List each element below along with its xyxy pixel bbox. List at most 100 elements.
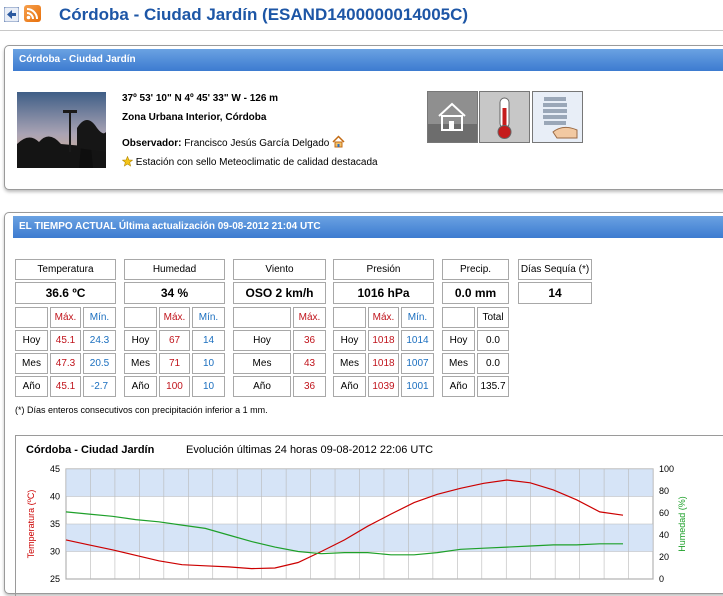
pressure-min-today: 1014 — [401, 330, 434, 351]
temperature-blank-cell — [15, 307, 48, 328]
y-tick-label: 40 — [50, 492, 60, 502]
precipitation-total-year: 135.7 — [477, 376, 509, 397]
humidity-max-today: 67 — [159, 330, 190, 351]
y-tick-label: 25 — [50, 574, 60, 584]
temperature-min-year: -2.7 — [83, 376, 116, 397]
y-tick-label: 30 — [50, 547, 60, 557]
pressure-max-header: Máx. — [368, 307, 399, 328]
precipitation-period-year: Año — [442, 376, 475, 397]
temperature-period-month: Mes — [15, 353, 48, 374]
temperature-period-year: Año — [15, 376, 48, 397]
wind-label: Viento — [233, 259, 326, 280]
observer-name: Francisco Jesús García Delgado — [184, 138, 330, 149]
pressure-label: Presión — [333, 259, 434, 280]
thermometer-icon[interactable] — [479, 91, 530, 143]
y2-tick-label: 60 — [659, 508, 669, 518]
humidity-label: Humedad — [124, 259, 225, 280]
urban-station-icon[interactable] — [427, 91, 478, 143]
y2-tick-label: 100 — [659, 464, 674, 474]
pressure-period-year: Año — [333, 376, 366, 397]
current-weather-header: EL TIEMPO ACTUAL Última actualización 09… — [13, 216, 723, 238]
precipitation-blank-cell — [442, 307, 475, 328]
pressure-period-today: Hoy — [333, 330, 366, 351]
pressure-value: 1016 hPa — [333, 282, 434, 304]
y2-tick-label: 0 — [659, 574, 664, 584]
station-zone: Zona Urbana Interior, Córdoba — [122, 112, 267, 123]
pressure-min-header: Mín. — [401, 307, 434, 328]
station-coordinates: 37º 53' 10" N 4º 45' 33" W - 126 m — [122, 93, 279, 104]
pressure-max-year: 1039 — [368, 376, 399, 397]
temperature-min-today: 24.3 — [83, 330, 116, 351]
current-weather-panel: EL TIEMPO ACTUAL Última actualización 09… — [4, 212, 723, 596]
home-icon[interactable] — [332, 135, 345, 148]
drought-days-value: 14 — [518, 282, 592, 304]
wind-period-month: Mes — [233, 353, 291, 374]
precipitation-label: Precip. — [442, 259, 509, 280]
humidity-blank-cell — [124, 307, 157, 328]
temperature-min-month: 20.5 — [83, 353, 116, 374]
precipitation-total-header: Total — [477, 307, 509, 328]
y2-tick-label: 40 — [659, 530, 669, 540]
precipitation-period-month: Mes — [442, 353, 475, 374]
star-icon — [121, 155, 134, 167]
humidity-max-year: 100 — [159, 376, 190, 397]
humidity-min-today: 14 — [192, 330, 225, 351]
y2-tick-label: 80 — [659, 486, 669, 496]
station-photo — [17, 92, 106, 168]
wind-value: OSO 2 km/h — [233, 282, 326, 304]
rss-feed-icon[interactable] — [24, 5, 41, 22]
humidity-period-month: Mes — [124, 353, 157, 374]
precipitation-total-today: 0.0 — [477, 330, 509, 351]
top-bar: Córdoba - Ciudad Jardín (ESAND1400000014… — [0, 0, 723, 31]
temperature-max-month: 47.3 — [50, 353, 81, 374]
wind-period-today: Hoy — [233, 330, 291, 351]
wind-blank-cell — [233, 307, 291, 328]
y2-tick-label: 20 — [659, 552, 669, 562]
humidity-min-header: Mín. — [192, 307, 225, 328]
humidity-min-month: 10 — [192, 353, 225, 374]
wind-max-today: 36 — [293, 330, 326, 351]
page-title: Córdoba - Ciudad Jardín (ESAND1400000014… — [59, 5, 469, 24]
temperature-max-today: 45.1 — [50, 330, 81, 351]
temperature-max-year: 45.1 — [50, 376, 81, 397]
wind-max-month: 43 — [293, 353, 326, 374]
pressure-blank-cell — [333, 307, 366, 328]
temperature-label: Temperatura — [15, 259, 116, 280]
pressure-max-month: 1018 — [368, 353, 399, 374]
pressure-max-today: 1018 — [368, 330, 399, 351]
station-panel: Córdoba - Ciudad Jardín 37º 53' 10" N 4º… — [4, 45, 723, 190]
y-tick-label: 45 — [50, 464, 60, 474]
wind-max-header: Máx. — [293, 307, 326, 328]
observer-label: Observador: — [122, 138, 182, 149]
chart-area: Córdoba - Ciudad Jardín Evolución última… — [15, 435, 723, 596]
precipitation-value: 0.0 mm — [442, 282, 509, 304]
pressure-min-month: 1007 — [401, 353, 434, 374]
humidity-min-year: 10 — [192, 376, 225, 397]
pressure-min-year: 1001 — [401, 376, 434, 397]
radiation-shield-icon[interactable] — [532, 91, 583, 143]
drought-days-label: Días Sequía (*) — [518, 259, 592, 280]
drought-footnote: (*) Días enteros consecutivos con precip… — [15, 405, 268, 415]
temperature-min-header: Mín. — [83, 307, 116, 328]
humidity-value: 34 % — [124, 282, 225, 304]
wind-max-year: 36 — [293, 376, 326, 397]
pressure-period-month: Mes — [333, 353, 366, 374]
humidity-max-month: 71 — [159, 353, 190, 374]
humidity-period-today: Hoy — [124, 330, 157, 351]
back-arrow-icon[interactable] — [4, 7, 19, 22]
y2-axis-label: Humedad (%) — [677, 496, 687, 552]
seal-line: Estación con sello Meteoclimatic de cali… — [121, 155, 378, 168]
y-axis-label: Temperatura (ºC) — [26, 490, 36, 559]
station-panel-header: Córdoba - Ciudad Jardín — [13, 49, 723, 71]
evolution-chart: 45 40 35 30 25 100 80 60 40 20 0 Temperatura (ºC) Hu… — [26, 464, 687, 584]
temperature-max-header: Máx. — [50, 307, 81, 328]
humidity-max-header: Máx. — [159, 307, 190, 328]
y-tick-label: 35 — [50, 519, 60, 529]
wind-period-year: Año — [233, 376, 291, 397]
temperature-value: 36.6 ºC — [15, 282, 116, 304]
precipitation-total-month: 0.0 — [477, 353, 509, 374]
seal-text: Estación con sello Meteoclimatic de cali… — [135, 157, 378, 168]
temperature-period-today: Hoy — [15, 330, 48, 351]
humidity-period-year: Año — [124, 376, 157, 397]
precipitation-period-today: Hoy — [442, 330, 475, 351]
